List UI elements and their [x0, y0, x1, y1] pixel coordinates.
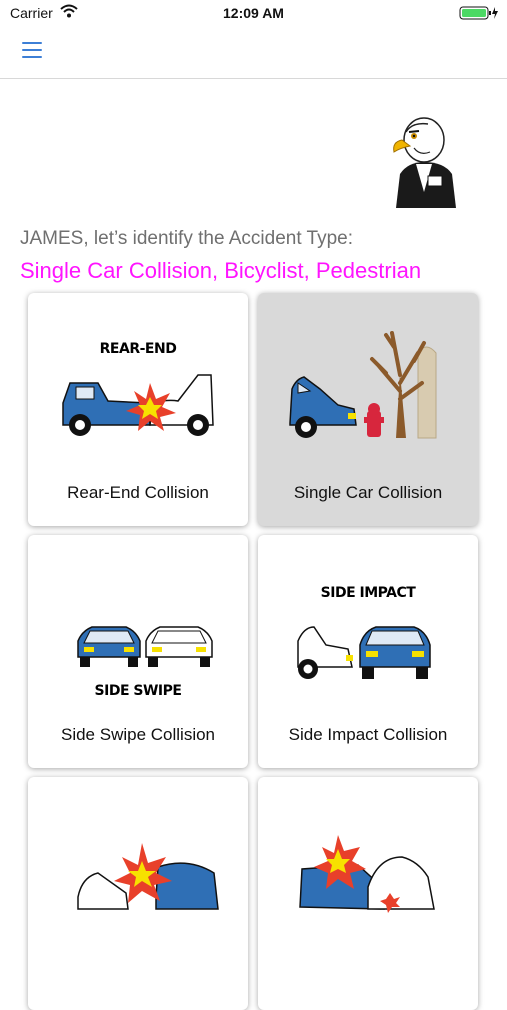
status-time: 12:09 AM: [223, 5, 284, 21]
navigation-bar: [0, 28, 507, 79]
rear-end-illustration: REAR-END: [38, 313, 238, 463]
card-single-car-collision[interactable]: Single Car Collision: [258, 293, 478, 526]
side-impact-illustration: SIDE IMPACT: [268, 555, 468, 705]
status-bar: Carrier 12:09 AM: [0, 0, 507, 28]
selected-accident-type: Single Car Collision, Bicyclist, Pedestr…: [20, 258, 422, 283]
card-collision-5[interactable]: [28, 777, 248, 1010]
card-side-impact-collision[interactable]: SIDE IMPACT Side Impact Collision: [258, 535, 478, 768]
card-label: Single Car Collision: [293, 483, 443, 502]
card-label: Side Impact Collision: [288, 725, 448, 744]
single-car-illustration: [268, 313, 468, 463]
multi-car-illustration: [268, 797, 468, 947]
rear-end-caption: REAR-END: [100, 341, 177, 357]
side-impact-caption: SIDE IMPACT: [321, 585, 417, 601]
card-rear-end-collision[interactable]: REAR-END Rear-End Collision: [28, 293, 248, 526]
card-label: Side Swipe Collision: [60, 725, 216, 744]
side-swipe-illustration: SIDE SWIPE: [38, 555, 238, 705]
head-on-illustration: [38, 797, 238, 947]
menu-button[interactable]: [22, 42, 44, 60]
card-collision-6[interactable]: [258, 777, 478, 1010]
card-side-swipe-collision[interactable]: SIDE SWIPE Side Swipe Collision: [28, 535, 248, 768]
eagle-mascot-icon: [384, 112, 464, 208]
hamburger-icon: [22, 42, 42, 44]
side-swipe-caption: SIDE SWIPE: [95, 683, 182, 699]
card-label: Rear-End Collision: [67, 483, 209, 502]
battery-icon: [459, 6, 499, 25]
prompt-text: JAMES, let’s identify the Accident Type:: [20, 228, 354, 249]
